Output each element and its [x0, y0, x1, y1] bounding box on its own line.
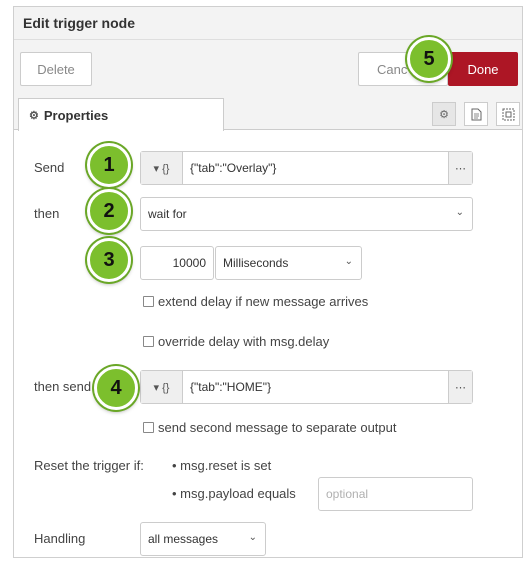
- chevron-down-icon: ⌄: [248, 532, 257, 543]
- second-output-checkbox[interactable]: send second message to separate output: [143, 420, 397, 435]
- dialog-title: Edit trigger node: [23, 15, 135, 31]
- checkbox-box[interactable]: [143, 422, 154, 433]
- reset-option-2-text: msg.payload equals: [180, 486, 296, 501]
- then-send-typed-input[interactable]: ▾ {} {"tab":"HOME"} ⋯: [140, 370, 473, 404]
- handling-label: Handling: [34, 531, 86, 546]
- reset-option-1: • msg.reset is set: [172, 458, 272, 473]
- edit-trigger-dialog: Edit trigger node Delete Canc Done ⚙ Pro…: [13, 6, 523, 558]
- delay-value: 10000: [172, 256, 206, 270]
- then-select-value: wait for: [148, 207, 187, 221]
- send-value: {"tab":"Overlay"}: [190, 161, 277, 175]
- send-typed-input[interactable]: ▾ {} {"tab":"Overlay"} ⋯: [140, 151, 473, 185]
- appearance-icon: [502, 108, 514, 120]
- handling-value: all messages: [148, 532, 219, 546]
- annotation-badge-4: 4: [94, 366, 138, 410]
- annotation-badge-5: 5: [407, 37, 451, 81]
- chevron-down-icon: ⌄: [344, 256, 353, 267]
- override-delay-label: override delay with msg.delay: [158, 334, 330, 349]
- annotation-badge-2: 2: [87, 189, 131, 233]
- chevron-down-icon: ⌄: [455, 207, 464, 218]
- delay-units-select[interactable]: Milliseconds ⌄: [215, 246, 362, 280]
- delay-units-value: Milliseconds: [223, 256, 289, 270]
- checkbox-box[interactable]: [143, 336, 154, 347]
- delete-button[interactable]: Delete: [20, 52, 92, 86]
- extend-delay-checkbox[interactable]: extend delay if new message arrives: [143, 294, 368, 309]
- send-label: Send: [34, 160, 65, 175]
- ellipsis-icon[interactable]: ⋯: [448, 152, 472, 184]
- reset-payload-input[interactable]: optional: [318, 477, 473, 511]
- then-select[interactable]: wait for ⌄: [140, 197, 473, 231]
- then-send-value: {"tab":"HOME"}: [190, 380, 272, 394]
- then-send-label: then send: [34, 379, 92, 394]
- type-selector-button[interactable]: ▾ {}: [141, 152, 183, 184]
- reset-option-1-text: msg.reset is set: [180, 458, 272, 473]
- reset-label: Reset the trigger if:: [34, 458, 144, 473]
- document-icon: [471, 108, 481, 120]
- done-button[interactable]: Done: [448, 52, 518, 86]
- tab-appearance-icon[interactable]: [496, 102, 520, 126]
- extend-delay-label: extend delay if new message arrives: [158, 294, 369, 309]
- annotation-badge-3: 3: [87, 238, 131, 282]
- override-delay-checkbox[interactable]: override delay with msg.delay: [143, 334, 329, 349]
- gear-icon: ⚙: [29, 109, 39, 122]
- type-selector-button[interactable]: ▾ {}: [141, 371, 183, 403]
- ellipsis-icon[interactable]: ⋯: [448, 371, 472, 403]
- second-output-label: send second message to separate output: [158, 420, 397, 435]
- checkbox-box[interactable]: [143, 296, 154, 307]
- tab-properties-label: Properties: [43, 107, 109, 123]
- annotation-badge-1: 1: [87, 143, 131, 187]
- tab-description-icon[interactable]: [464, 102, 488, 126]
- tab-bar: ⚙ Properties ⚙: [14, 98, 522, 131]
- delay-input[interactable]: 10000: [140, 246, 214, 280]
- reset-payload-placeholder: optional: [326, 487, 369, 501]
- then-label: then: [34, 206, 60, 221]
- tab-properties[interactable]: ⚙ Properties: [18, 98, 224, 131]
- handling-select[interactable]: all messages ⌄: [140, 522, 266, 556]
- reset-option-2: • msg.payload equals: [172, 486, 296, 501]
- dialog-header: Edit trigger node: [14, 7, 522, 40]
- tab-settings-icon[interactable]: ⚙: [432, 102, 456, 126]
